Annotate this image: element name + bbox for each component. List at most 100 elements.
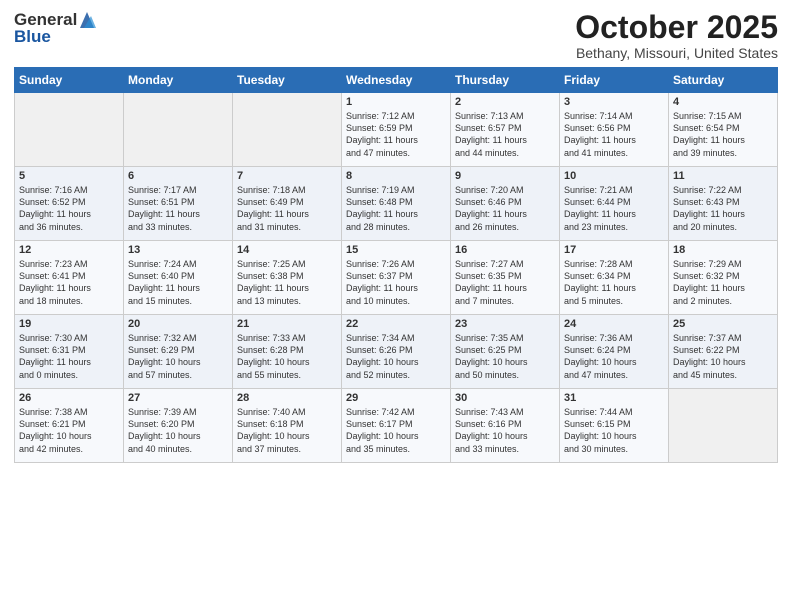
table-row: 18Sunrise: 7:29 AMSunset: 6:32 PMDayligh… <box>669 241 778 315</box>
day-info: Sunrise: 7:43 AMSunset: 6:16 PMDaylight:… <box>455 406 555 455</box>
day-info: Sunrise: 7:14 AMSunset: 6:56 PMDaylight:… <box>564 110 664 159</box>
col-friday: Friday <box>560 68 669 93</box>
day-info: Sunrise: 7:12 AMSunset: 6:59 PMDaylight:… <box>346 110 446 159</box>
day-info: Sunrise: 7:40 AMSunset: 6:18 PMDaylight:… <box>237 406 337 455</box>
day-number: 17 <box>564 244 664 256</box>
table-row: 8Sunrise: 7:19 AMSunset: 6:48 PMDaylight… <box>342 167 451 241</box>
day-info: Sunrise: 7:44 AMSunset: 6:15 PMDaylight:… <box>564 406 664 455</box>
day-info: Sunrise: 7:26 AMSunset: 6:37 PMDaylight:… <box>346 258 446 307</box>
day-number: 5 <box>19 170 119 182</box>
table-row: 9 Sunrise: 7:20 AMSunset: 6:46 PMDaylight… <box>451 167 560 241</box>
day-info: Sunrise: 7:22 AMSunset: 6:43 PMDaylight:… <box>673 184 773 233</box>
title-block: October 2025 Bethany, Missouri, United S… <box>575 10 778 61</box>
day-info: Sunrise: 7:27 AMSunset: 6:35 PMDaylight:… <box>455 258 555 307</box>
day-number: 8 <box>346 170 446 182</box>
table-row: 3Sunrise: 7:14 AMSunset: 6:56 PMDaylight… <box>560 93 669 167</box>
table-row: 4Sunrise: 7:15 AMSunset: 6:54 PMDaylight… <box>669 93 778 167</box>
table-row: 29 Sunrise: 7:42 AMSunset: 6:17 PMDayligh… <box>342 389 451 463</box>
table-row: 13 Sunrise: 7:24 AMSunset: 6:40 PMDayligh… <box>124 241 233 315</box>
day-number: 30 <box>455 392 555 404</box>
day-number: 2 <box>455 96 555 108</box>
day-number: 13 <box>128 244 228 256</box>
day-number: 15 <box>346 244 446 256</box>
day-info: Sunrise: 7:34 AMSunset: 6:26 PMDaylight:… <box>346 332 446 381</box>
table-row: 14Sunrise: 7:25 AMSunset: 6:38 PMDayligh… <box>233 241 342 315</box>
logo-text: General Blue <box>14 10 97 47</box>
table-row: 25 Sunrise: 7:37 AMSunset: 6:22 PMDayligh… <box>669 315 778 389</box>
week-row-2: 5 Sunrise: 7:16 AMSunset: 6:52 PMDaylight… <box>15 167 778 241</box>
day-info: Sunrise: 7:20 AMSunset: 6:46 PMDaylight:… <box>455 184 555 233</box>
col-saturday: Saturday <box>669 68 778 93</box>
week-row-4: 19Sunrise: 7:30 AMSunset: 6:31 PMDayligh… <box>15 315 778 389</box>
table-row: 23 Sunrise: 7:35 AMSunset: 6:25 PMDayligh… <box>451 315 560 389</box>
calendar: Sunday Monday Tuesday Wednesday Thursday… <box>14 67 778 463</box>
day-info: Sunrise: 7:42 AMSunset: 6:17 PMDaylight:… <box>346 406 446 455</box>
table-row: 27 Sunrise: 7:39 AMSunset: 6:20 PMDayligh… <box>124 389 233 463</box>
day-info: Sunrise: 7:29 AMSunset: 6:32 PMDaylight:… <box>673 258 773 307</box>
day-number: 28 <box>237 392 337 404</box>
day-info: Sunrise: 7:25 AMSunset: 6:38 PMDaylight:… <box>237 258 337 307</box>
day-info: Sunrise: 7:17 AMSunset: 6:51 PMDaylight:… <box>128 184 228 233</box>
header: General Blue October 2025 Bethany, Misso… <box>14 10 778 61</box>
day-number: 31 <box>564 392 664 404</box>
col-monday: Monday <box>124 68 233 93</box>
location: Bethany, Missouri, United States <box>575 45 778 61</box>
day-number: 26 <box>19 392 119 404</box>
day-number: 27 <box>128 392 228 404</box>
logo-icon <box>78 10 96 30</box>
table-row: 16 Sunrise: 7:27 AMSunset: 6:35 PMDayligh… <box>451 241 560 315</box>
table-row <box>233 93 342 167</box>
table-row: 20Sunrise: 7:32 AMSunset: 6:29 PMDayligh… <box>124 315 233 389</box>
table-row: 30 Sunrise: 7:43 AMSunset: 6:16 PMDayligh… <box>451 389 560 463</box>
table-row: 21 Sunrise: 7:33 AMSunset: 6:28 PMDayligh… <box>233 315 342 389</box>
day-info: Sunrise: 7:28 AMSunset: 6:34 PMDaylight:… <box>564 258 664 307</box>
month-title: October 2025 <box>575 10 778 45</box>
day-info: Sunrise: 7:37 AMSunset: 6:22 PMDaylight:… <box>673 332 773 381</box>
logo-blue: Blue <box>14 27 97 47</box>
day-number: 6 <box>128 170 228 182</box>
day-number: 23 <box>455 318 555 330</box>
table-row: 28 Sunrise: 7:40 AMSunset: 6:18 PMDayligh… <box>233 389 342 463</box>
day-number: 16 <box>455 244 555 256</box>
table-row: 22Sunrise: 7:34 AMSunset: 6:26 PMDayligh… <box>342 315 451 389</box>
day-info: Sunrise: 7:38 AMSunset: 6:21 PMDaylight:… <box>19 406 119 455</box>
day-number: 21 <box>237 318 337 330</box>
day-info: Sunrise: 7:24 AMSunset: 6:40 PMDaylight:… <box>128 258 228 307</box>
week-row-5: 26 Sunrise: 7:38 AMSunset: 6:21 PMDayligh… <box>15 389 778 463</box>
day-info: Sunrise: 7:16 AMSunset: 6:52 PMDaylight:… <box>19 184 119 233</box>
col-thursday: Thursday <box>451 68 560 93</box>
table-row: 31 Sunrise: 7:44 AMSunset: 6:15 PMDayligh… <box>560 389 669 463</box>
day-info: Sunrise: 7:33 AMSunset: 6:28 PMDaylight:… <box>237 332 337 381</box>
col-sunday: Sunday <box>15 68 124 93</box>
day-number: 25 <box>673 318 773 330</box>
table-row: 2 Sunrise: 7:13 AMSunset: 6:57 PMDaylight… <box>451 93 560 167</box>
day-info: Sunrise: 7:13 AMSunset: 6:57 PMDaylight:… <box>455 110 555 159</box>
day-number: 9 <box>455 170 555 182</box>
day-number: 1 <box>346 96 446 108</box>
day-info: Sunrise: 7:23 AMSunset: 6:41 PMDaylight:… <box>19 258 119 307</box>
day-number: 10 <box>564 170 664 182</box>
table-row: 15 Sunrise: 7:26 AMSunset: 6:37 PMDayligh… <box>342 241 451 315</box>
col-tuesday: Tuesday <box>233 68 342 93</box>
table-row: 26 Sunrise: 7:38 AMSunset: 6:21 PMDayligh… <box>15 389 124 463</box>
col-wednesday: Wednesday <box>342 68 451 93</box>
page-container: General Blue October 2025 Bethany, Misso… <box>0 0 792 471</box>
logo: General Blue <box>14 10 97 47</box>
table-row: 24 Sunrise: 7:36 AMSunset: 6:24 PMDayligh… <box>560 315 669 389</box>
day-number: 29 <box>346 392 446 404</box>
table-row: 6 Sunrise: 7:17 AMSunset: 6:51 PMDaylight… <box>124 167 233 241</box>
day-number: 24 <box>564 318 664 330</box>
day-info: Sunrise: 7:15 AMSunset: 6:54 PMDaylight:… <box>673 110 773 159</box>
day-number: 19 <box>19 318 119 330</box>
table-row: 19Sunrise: 7:30 AMSunset: 6:31 PMDayligh… <box>15 315 124 389</box>
day-info: Sunrise: 7:39 AMSunset: 6:20 PMDaylight:… <box>128 406 228 455</box>
table-row: 17 Sunrise: 7:28 AMSunset: 6:34 PMDayligh… <box>560 241 669 315</box>
table-row <box>124 93 233 167</box>
table-row <box>15 93 124 167</box>
day-info: Sunrise: 7:36 AMSunset: 6:24 PMDaylight:… <box>564 332 664 381</box>
table-row: 11Sunrise: 7:22 AMSunset: 6:43 PMDayligh… <box>669 167 778 241</box>
day-number: 20 <box>128 318 228 330</box>
day-info: Sunrise: 7:35 AMSunset: 6:25 PMDaylight:… <box>455 332 555 381</box>
table-row: 12Sunrise: 7:23 AMSunset: 6:41 PMDayligh… <box>15 241 124 315</box>
table-row: 5 Sunrise: 7:16 AMSunset: 6:52 PMDaylight… <box>15 167 124 241</box>
